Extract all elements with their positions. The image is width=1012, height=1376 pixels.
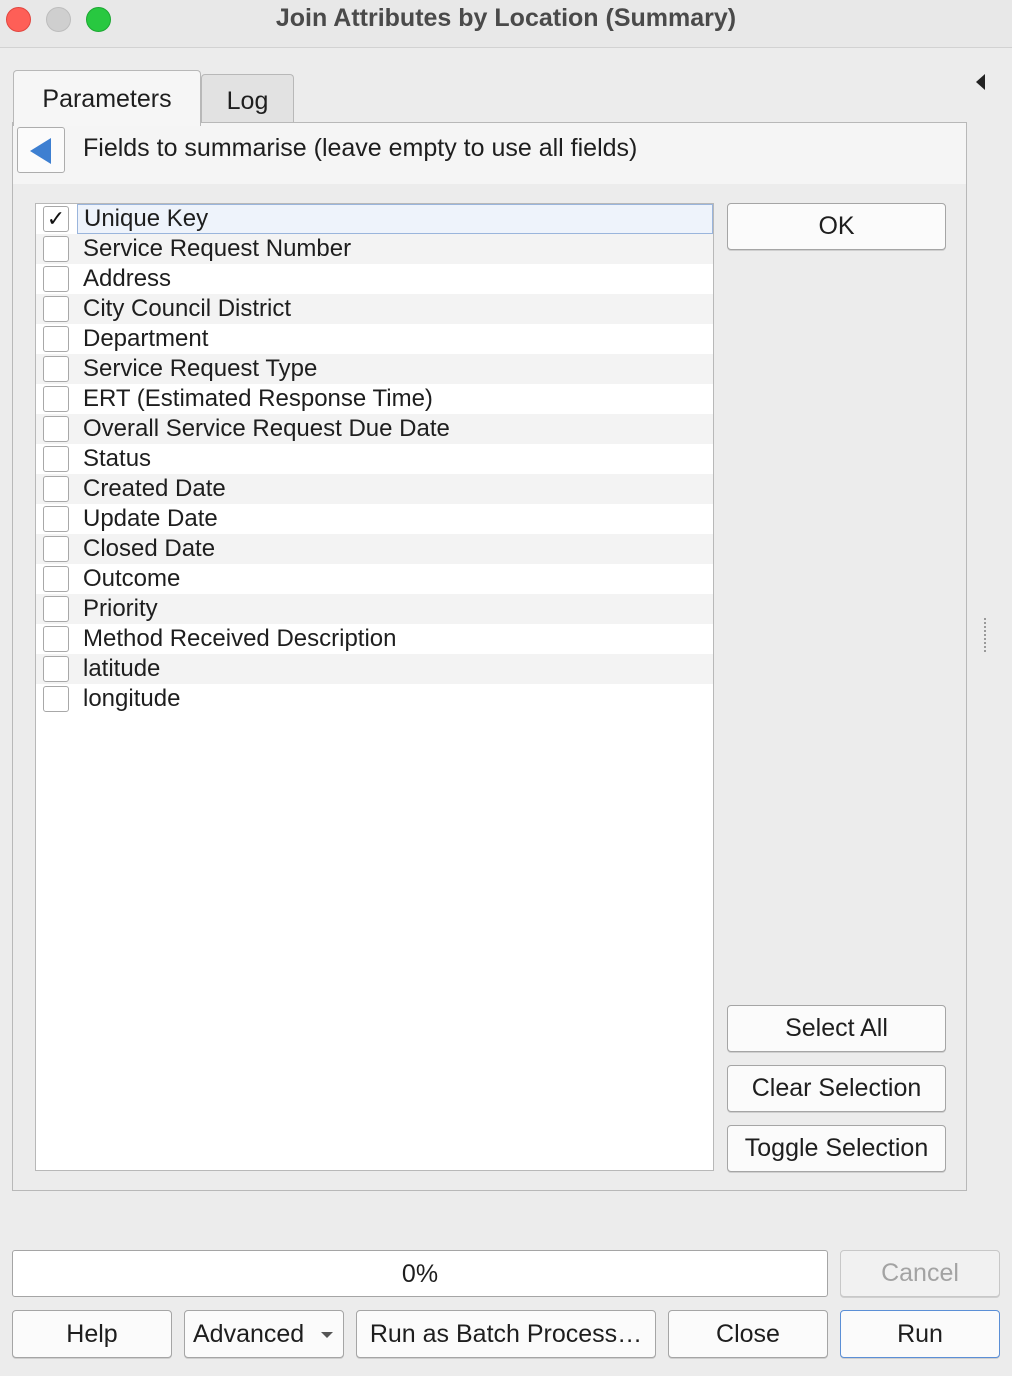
list-item[interactable]: Service Request Type	[36, 354, 713, 384]
field-label: longitude	[83, 685, 181, 712]
field-checkbox[interactable]	[43, 386, 69, 412]
field-label: Overall Service Request Due Date	[83, 415, 450, 442]
close-button[interactable]: Close	[668, 1310, 828, 1358]
advanced-label: Advanced	[193, 1320, 305, 1348]
back-arrow-icon	[30, 138, 51, 164]
clear-selection-button[interactable]: Clear Selection	[727, 1065, 946, 1112]
splitter-handle[interactable]	[984, 618, 986, 652]
run-button[interactable]: Run	[840, 1310, 1000, 1358]
field-label: Service Request Number	[83, 235, 352, 262]
list-item[interactable]: ERT (Estimated Response Time)	[36, 384, 713, 414]
field-label: Created Date	[83, 475, 226, 502]
select-all-button[interactable]: Select All	[727, 1005, 946, 1052]
field-checkbox[interactable]	[43, 656, 69, 682]
ok-button[interactable]: OK	[727, 203, 946, 250]
field-checkbox[interactable]	[43, 476, 69, 502]
field-label: Unique Key	[77, 204, 713, 234]
field-checkbox[interactable]	[43, 326, 69, 352]
list-item[interactable]: latitude	[36, 654, 713, 684]
field-checkbox[interactable]	[43, 566, 69, 592]
list-item[interactable]: Closed Date	[36, 534, 713, 564]
checkmark-icon: ✓	[46, 206, 66, 231]
tab-parameters[interactable]: Parameters	[13, 70, 201, 126]
list-item[interactable]: Outcome	[36, 564, 713, 594]
list-item[interactable]: Department	[36, 324, 713, 354]
field-checkbox[interactable]	[43, 296, 69, 322]
field-label: latitude	[83, 655, 161, 682]
field-checkbox[interactable]	[43, 686, 69, 712]
help-button[interactable]: Help	[12, 1310, 172, 1358]
list-item[interactable]: Method Received Description	[36, 624, 713, 654]
field-label: Closed Date	[83, 535, 216, 562]
panel-title: Fields to summarise (leave empty to use …	[83, 134, 638, 162]
field-label: Address	[83, 265, 172, 292]
field-checkbox[interactable]	[43, 416, 69, 442]
field-checkbox[interactable]	[43, 266, 69, 292]
title-bar: Join Attributes by Location (Summary)	[0, 0, 1012, 48]
parameters-panel: Fields to summarise (leave empty to use …	[12, 122, 967, 1191]
field-label: Outcome	[83, 565, 181, 592]
list-item[interactable]: ✓ Unique Key	[36, 204, 713, 234]
field-label: ERT (Estimated Response Time)	[83, 385, 433, 412]
field-checkbox[interactable]	[43, 356, 69, 382]
chevron-down-icon	[321, 1332, 333, 1338]
list-item[interactable]: Address	[36, 264, 713, 294]
progress-label: 0%	[401, 1260, 439, 1288]
back-button[interactable]	[17, 127, 65, 173]
list-item[interactable]: Update Date	[36, 504, 713, 534]
list-item[interactable]: Status	[36, 444, 713, 474]
field-label: Priority	[83, 595, 158, 622]
tab-log[interactable]: Log	[201, 74, 294, 124]
field-checkbox[interactable]	[43, 536, 69, 562]
field-checkbox[interactable]	[43, 506, 69, 532]
field-checkbox[interactable]: ✓	[43, 206, 69, 232]
collapse-panel-icon[interactable]	[976, 74, 985, 90]
toggle-selection-button[interactable]: Toggle Selection	[727, 1125, 946, 1172]
field-list[interactable]: ✓ Unique Key Service Request Number Address…	[35, 203, 714, 1171]
field-label: Department	[83, 325, 209, 352]
list-item[interactable]: Priority	[36, 594, 713, 624]
advanced-dropdown-button[interactable]: Advanced	[184, 1310, 344, 1358]
cancel-button[interactable]: Cancel	[840, 1250, 1000, 1297]
field-label: Service Request Type	[83, 355, 318, 382]
list-item[interactable]: longitude	[36, 684, 713, 714]
field-checkbox[interactable]	[43, 446, 69, 472]
field-label: Status	[83, 445, 152, 472]
list-item[interactable]: City Council District	[36, 294, 713, 324]
field-checkbox[interactable]	[43, 626, 69, 652]
field-checkbox[interactable]	[43, 236, 69, 262]
field-label: Method Received Description	[83, 625, 397, 652]
window-title: Join Attributes by Location (Summary)	[275, 4, 737, 32]
list-item[interactable]: Overall Service Request Due Date	[36, 414, 713, 444]
list-item[interactable]: Created Date	[36, 474, 713, 504]
progress-bar: 0%	[12, 1250, 828, 1297]
field-checkbox[interactable]	[43, 596, 69, 622]
field-label: Update Date	[83, 505, 218, 532]
list-item[interactable]: Service Request Number	[36, 234, 713, 264]
field-label: City Council District	[83, 295, 292, 322]
run-as-batch-button[interactable]: Run as Batch Process…	[356, 1310, 656, 1358]
panel-header: Fields to summarise (leave empty to use …	[13, 123, 966, 184]
